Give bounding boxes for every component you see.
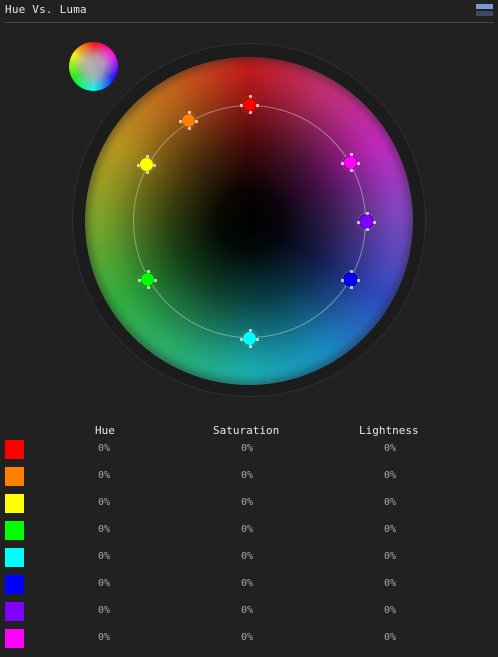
handle-tick bbox=[349, 270, 353, 273]
saturation-value[interactable]: 0% bbox=[241, 605, 253, 616]
table-row: 0% 0% 0% bbox=[0, 575, 498, 602]
color-swatch-yellow[interactable] bbox=[5, 494, 24, 513]
handle-tick bbox=[248, 344, 252, 348]
lightness-value[interactable]: 0% bbox=[384, 497, 396, 508]
handle-magenta[interactable] bbox=[340, 153, 360, 172]
lightness-value[interactable]: 0% bbox=[384, 605, 396, 616]
handle-tick bbox=[255, 337, 259, 341]
handle-tick bbox=[248, 94, 252, 98]
handle-tick bbox=[239, 337, 243, 341]
hue-value[interactable]: 0% bbox=[98, 578, 110, 589]
handle-tick bbox=[372, 220, 376, 224]
column-header-saturation: Saturation bbox=[213, 424, 280, 437]
saturation-value[interactable]: 0% bbox=[241, 497, 253, 508]
handle-tick bbox=[349, 169, 353, 172]
handle-tick bbox=[349, 153, 353, 156]
table-row: 0% 0% 0% bbox=[0, 467, 498, 494]
hue-value[interactable]: 0% bbox=[98, 551, 110, 562]
handle-tick bbox=[356, 220, 360, 224]
table-row: 0% 0% 0% bbox=[0, 548, 498, 575]
handle-blue[interactable] bbox=[340, 270, 360, 289]
handle-tick bbox=[179, 120, 183, 124]
handle-tick bbox=[349, 286, 353, 289]
handle-tick bbox=[146, 170, 150, 174]
saturation-value[interactable]: 0% bbox=[241, 578, 253, 589]
saturation-value[interactable]: 0% bbox=[241, 632, 253, 643]
color-swatch-purple[interactable] bbox=[5, 602, 24, 621]
lightness-value[interactable]: 0% bbox=[384, 632, 396, 643]
column-header-lightness: Lightness bbox=[359, 424, 419, 437]
table-row: 0% 0% 0% bbox=[0, 629, 498, 656]
handle-tick bbox=[340, 162, 344, 165]
handle-tick bbox=[365, 227, 369, 231]
color-swatch-green[interactable] bbox=[5, 521, 24, 540]
handle-tick bbox=[137, 163, 141, 167]
color-swatch-orange[interactable] bbox=[5, 467, 24, 486]
handle-tick bbox=[138, 279, 142, 282]
table-row: 0% 0% 0% bbox=[0, 494, 498, 521]
hue-value[interactable]: 0% bbox=[98, 605, 110, 616]
handle-tick bbox=[146, 154, 150, 158]
table-row: 0% 0% 0% bbox=[0, 521, 498, 548]
hue-value[interactable]: 0% bbox=[98, 443, 110, 454]
handle-tick bbox=[154, 279, 158, 282]
color-picker-center bbox=[69, 42, 118, 91]
handle-guide-ring bbox=[133, 105, 366, 338]
handle-tick bbox=[188, 127, 192, 131]
table-row: 0% 0% 0% bbox=[0, 440, 498, 467]
lightness-value[interactable]: 0% bbox=[384, 470, 396, 481]
lightness-value[interactable]: 0% bbox=[384, 443, 396, 454]
handle-tick bbox=[365, 211, 369, 215]
handle-tick bbox=[188, 111, 192, 115]
lightness-value[interactable]: 0% bbox=[384, 524, 396, 535]
handle-tick bbox=[147, 286, 151, 289]
table-row: 0% 0% 0% bbox=[0, 602, 498, 629]
handle-tick bbox=[255, 103, 259, 107]
color-picker-icon[interactable] bbox=[69, 42, 118, 91]
saturation-value[interactable]: 0% bbox=[241, 443, 253, 454]
handle-purple[interactable] bbox=[356, 211, 376, 231]
color-swatch-cyan[interactable] bbox=[5, 548, 24, 567]
color-swatch-red[interactable] bbox=[5, 440, 24, 459]
hue-value[interactable]: 0% bbox=[98, 470, 110, 481]
handle-tick bbox=[248, 110, 252, 114]
column-header-hue: Hue bbox=[95, 424, 115, 437]
handle-tick bbox=[153, 163, 157, 167]
color-swatch-blue[interactable] bbox=[5, 575, 24, 594]
handle-tick bbox=[147, 270, 151, 273]
handle-tick bbox=[356, 279, 360, 282]
handle-yellow[interactable] bbox=[137, 154, 157, 174]
handle-tick bbox=[340, 279, 344, 282]
handle-tick bbox=[239, 103, 243, 107]
saturation-value[interactable]: 0% bbox=[241, 551, 253, 562]
hue-value[interactable]: 0% bbox=[98, 524, 110, 535]
lightness-value[interactable]: 0% bbox=[384, 551, 396, 562]
saturation-value[interactable]: 0% bbox=[241, 470, 253, 481]
handle-tick bbox=[248, 328, 252, 332]
hue-value[interactable]: 0% bbox=[98, 632, 110, 643]
handle-tick bbox=[195, 120, 199, 124]
handle-cyan[interactable] bbox=[239, 328, 259, 348]
color-swatch-magenta[interactable] bbox=[5, 629, 24, 648]
hue-value[interactable]: 0% bbox=[98, 497, 110, 508]
handle-red[interactable] bbox=[239, 94, 259, 114]
handle-tick bbox=[356, 162, 360, 165]
lightness-value[interactable]: 0% bbox=[384, 578, 396, 589]
saturation-value[interactable]: 0% bbox=[241, 524, 253, 535]
